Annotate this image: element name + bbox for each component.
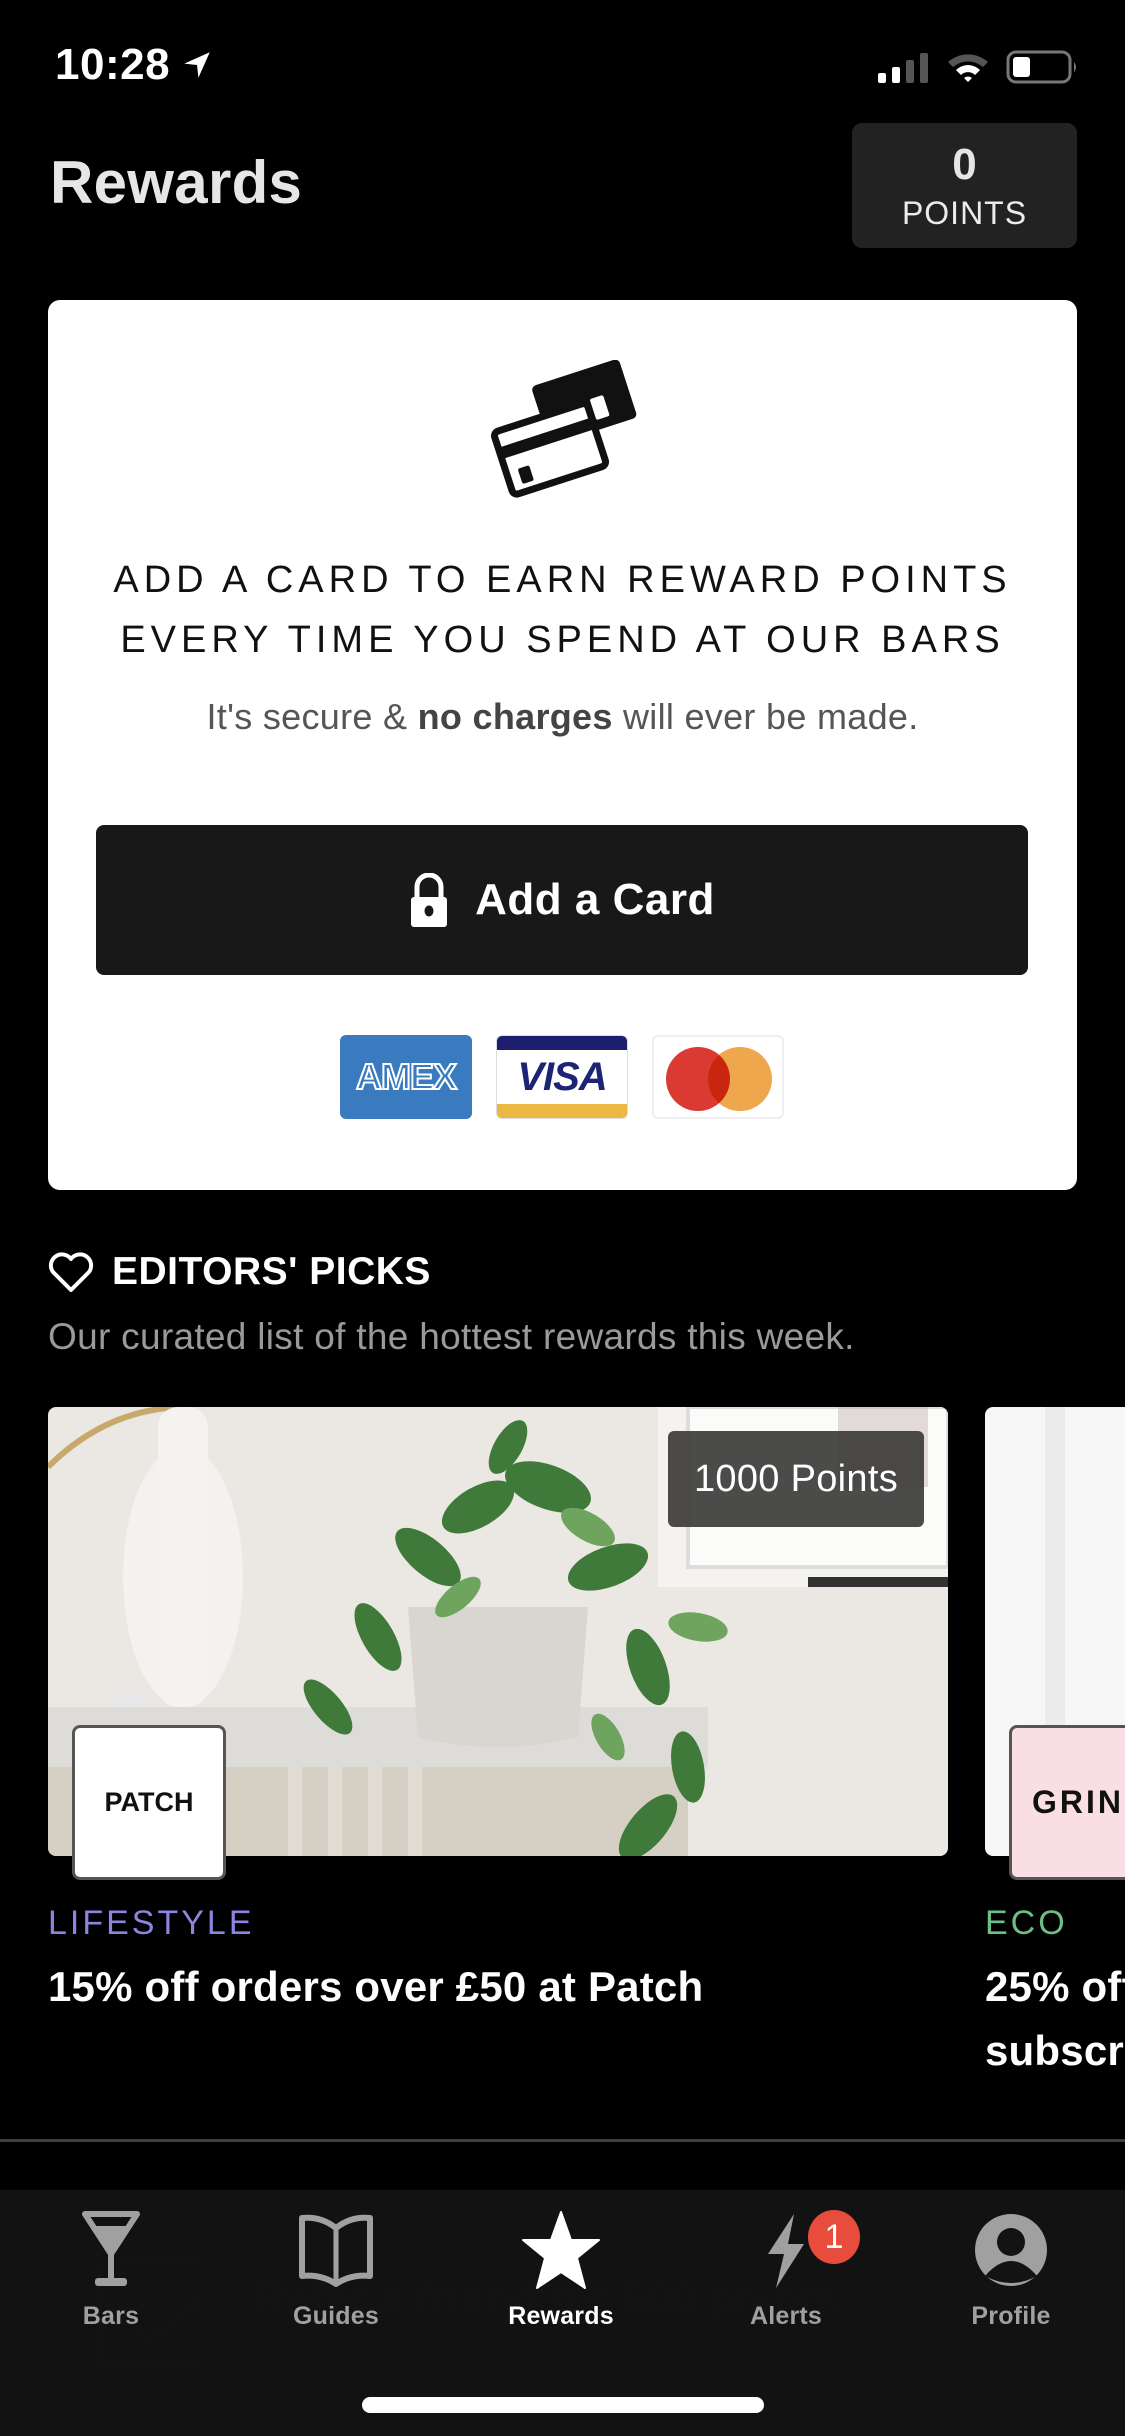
home-indicator[interactable] (362, 2397, 764, 2413)
reward-title: 25% off subscription (985, 1963, 1125, 2074)
panel-heading-line-2: EVERY TIME YOU SPEND AT OUR BARS (120, 619, 1005, 661)
lock-icon (411, 873, 448, 927)
tab-profile[interactable]: Profile (911, 2210, 1111, 2360)
cocktail-glass-icon (82, 2211, 140, 2286)
visa-logo-text: VISA (517, 1054, 607, 1099)
editors-picks-header: EDITORS' PICKS (48, 1250, 431, 1294)
wifi-icon (948, 54, 988, 82)
reward-category: ECO (985, 1904, 1068, 1942)
heart-icon (48, 1252, 94, 1292)
rewards-carousel[interactable]: 1000 Points PATCH LIFESTYLE 15% off orde… (0, 1407, 1125, 2107)
alerts-badge: 1 (808, 2210, 860, 2264)
tab-label: Bars (82, 2302, 140, 2330)
star-icon (522, 2211, 600, 2289)
status-time-text: 10:28 (55, 40, 171, 89)
reward-category: LIFESTYLE (48, 1904, 255, 1942)
tab-guides[interactable]: Guides (236, 2210, 436, 2360)
accepted-cards: AMEX VISA (340, 1035, 784, 1119)
tab-alerts[interactable]: Alerts 1 (686, 2210, 886, 2360)
credit-cards-icon (491, 360, 637, 498)
editors-picks-subtitle: Our curated list of the hottest rewards … (48, 1316, 855, 1357)
points-label: POINTS (901, 194, 1028, 231)
security-note-prefix: It's secure & (206, 696, 418, 737)
tab-label: Rewards (508, 2302, 614, 2330)
page-title: Rewards (50, 149, 303, 216)
mastercard-logo (652, 1035, 784, 1119)
visa-logo: VISA (496, 1035, 628, 1119)
brand-logo-text: GRIND (1032, 1784, 1125, 1820)
battery-icon (1006, 50, 1076, 84)
status-time: 10:28 (55, 40, 214, 90)
points-value: 0 (952, 139, 977, 189)
points-balance[interactable]: 0 POINTS (852, 123, 1077, 248)
security-note-suffix: will ever be made. (612, 696, 919, 737)
tab-label: Guides (293, 2302, 379, 2330)
security-note: It's secure & no charges will ever be ma… (48, 696, 1077, 738)
status-indicators (878, 50, 1080, 84)
open-book-icon (299, 2214, 373, 2287)
add-card-panel: ADD A CARD TO EARN REWARD POINTS EVERY T… (48, 300, 1077, 1190)
amex-logo: AMEX (340, 1035, 472, 1119)
section-divider (0, 2139, 1125, 2142)
panel-heading-line-1: ADD A CARD TO EARN REWARD POINTS (113, 559, 1012, 601)
brand-logo-grind: GRIND (1009, 1725, 1125, 1880)
security-note-bold: no charges (417, 696, 613, 737)
brand-logo-patch: PATCH (72, 1725, 226, 1880)
reward-title: 15% off orders over £50 at Patch (48, 1963, 704, 2010)
profile-icon (975, 2214, 1047, 2286)
location-arrow-icon (184, 52, 210, 78)
amex-logo-text: AMEX (355, 1055, 458, 1098)
add-card-button[interactable]: Add a Card (96, 825, 1028, 975)
tab-rewards[interactable]: Rewards (461, 2210, 661, 2360)
brand-logo-text: PATCH (104, 1787, 194, 1817)
cellular-signal-icon (878, 53, 928, 83)
editors-picks-title: EDITORS' PICKS (112, 1250, 431, 1293)
panel-heading: ADD A CARD TO EARN REWARD POINTS EVERY T… (48, 550, 1077, 670)
add-card-button-label: Add a Card (475, 875, 715, 924)
reward-points-tag: 1000 Points (667, 1431, 924, 1527)
tab-bars[interactable]: Bars (11, 2210, 211, 2360)
tab-label: Profile (971, 2302, 1051, 2330)
tab-label: Alerts (749, 2302, 823, 2330)
